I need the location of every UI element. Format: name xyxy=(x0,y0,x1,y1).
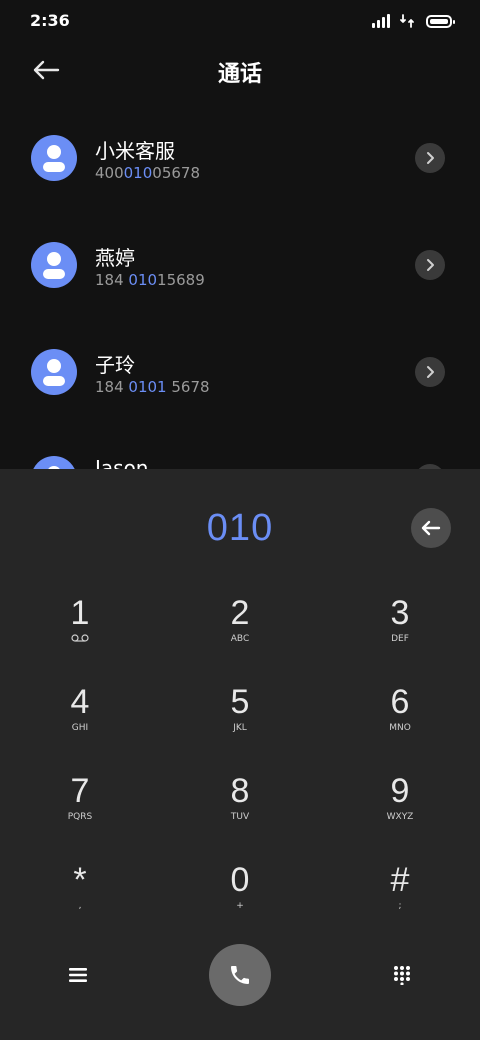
key-9[interactable]: 9 WXYZ xyxy=(350,772,450,844)
key-digit: 0 xyxy=(230,861,250,899)
key-0[interactable]: 0 + xyxy=(190,861,290,933)
key-digit: 3 xyxy=(390,594,410,632)
dialpad-panel: 010 1 2 ABC 3 DEF 4 GHI 5 JKL 6 MNO 7 PQ… xyxy=(0,469,480,1040)
key-digit: 5 xyxy=(230,683,250,721)
key-letters: GHI xyxy=(71,723,89,733)
contact-name: 小米客服 xyxy=(95,139,175,163)
chevron-right-icon xyxy=(427,152,434,164)
dialpad-toggle-button[interactable] xyxy=(386,959,418,991)
chevron-right-icon xyxy=(427,366,434,378)
chevron-right-icon xyxy=(427,259,434,271)
key-4[interactable]: 4 GHI xyxy=(30,683,130,755)
status-bar: 2:36 xyxy=(0,0,480,40)
key-digit: 7 xyxy=(70,772,90,810)
key-letters: , xyxy=(78,901,82,911)
dialer-bottom-bar xyxy=(0,944,480,1006)
avatar xyxy=(31,456,77,469)
key-letters: DEF xyxy=(391,634,409,644)
voicemail-icon xyxy=(71,634,89,642)
status-icons xyxy=(372,12,455,30)
call-button[interactable] xyxy=(209,944,271,1006)
key-8[interactable]: 8 TUV xyxy=(190,772,290,844)
contact-detail-button[interactable] xyxy=(415,357,445,387)
backspace-icon xyxy=(421,520,441,536)
key-letters: MNO xyxy=(389,723,411,733)
dialed-number: 010 xyxy=(206,507,274,549)
delete-button[interactable] xyxy=(411,508,451,548)
contact-list[interactable]: 小米客服 40001005678 燕婷 184 01015689 子玲 184 … xyxy=(0,105,480,469)
key-letters: WXYZ xyxy=(386,812,414,822)
key-digit: 6 xyxy=(390,683,410,721)
key-digit: 4 xyxy=(70,683,90,721)
key-hash[interactable]: # ; xyxy=(350,861,450,933)
key-digit: # xyxy=(390,861,410,899)
key-letters: PQRS xyxy=(67,812,93,822)
contact-number: 184 0101 5678 xyxy=(95,378,210,396)
contact-row[interactable]: Jason xyxy=(0,426,480,469)
menu-button[interactable] xyxy=(62,959,94,991)
header: 通话 xyxy=(0,40,480,100)
contact-name: 燕婷 xyxy=(95,246,135,270)
key-digit: * xyxy=(73,861,87,899)
contact-number: 40001005678 xyxy=(95,164,200,182)
key-3[interactable]: 3 DEF xyxy=(350,594,450,666)
avatar xyxy=(31,242,77,288)
key-5[interactable]: 5 JKL xyxy=(190,683,290,755)
phone-icon xyxy=(231,966,249,984)
key-digit: 9 xyxy=(390,772,410,810)
signal-icon xyxy=(372,14,390,28)
key-digit: 1 xyxy=(70,594,90,632)
key-6[interactable]: 6 MNO xyxy=(350,683,450,755)
key-digit: 8 xyxy=(230,772,250,810)
key-2[interactable]: 2 ABC xyxy=(190,594,290,666)
key-1[interactable]: 1 xyxy=(30,594,130,666)
avatar xyxy=(31,135,77,181)
key-star[interactable]: * , xyxy=(30,861,130,933)
contact-row[interactable]: 子玲 184 0101 5678 xyxy=(0,319,480,425)
contact-detail-button[interactable] xyxy=(415,250,445,280)
menu-icon xyxy=(69,968,87,982)
contact-number: 184 01015689 xyxy=(95,271,205,289)
key-digit: 2 xyxy=(230,594,250,632)
battery-icon xyxy=(426,14,455,28)
key-letters: TUV xyxy=(230,812,250,822)
key-letters: ; xyxy=(398,901,402,911)
contact-name: Jason xyxy=(95,456,149,469)
avatar xyxy=(31,349,77,395)
contact-detail-button[interactable] xyxy=(415,143,445,173)
contact-row[interactable]: 燕婷 184 01015689 xyxy=(0,212,480,318)
data-transfer-icon xyxy=(400,14,414,28)
dialpad-icon xyxy=(394,966,410,985)
status-time: 2:36 xyxy=(30,11,70,30)
key-letters: JKL xyxy=(233,723,247,733)
contact-row[interactable]: 小米客服 40001005678 xyxy=(0,105,480,211)
key-7[interactable]: 7 PQRS xyxy=(30,772,130,844)
key-letters: ABC xyxy=(230,634,250,644)
contact-name: 子玲 xyxy=(95,353,135,377)
key-letters: + xyxy=(236,901,244,911)
page-title: 通话 xyxy=(217,62,262,87)
